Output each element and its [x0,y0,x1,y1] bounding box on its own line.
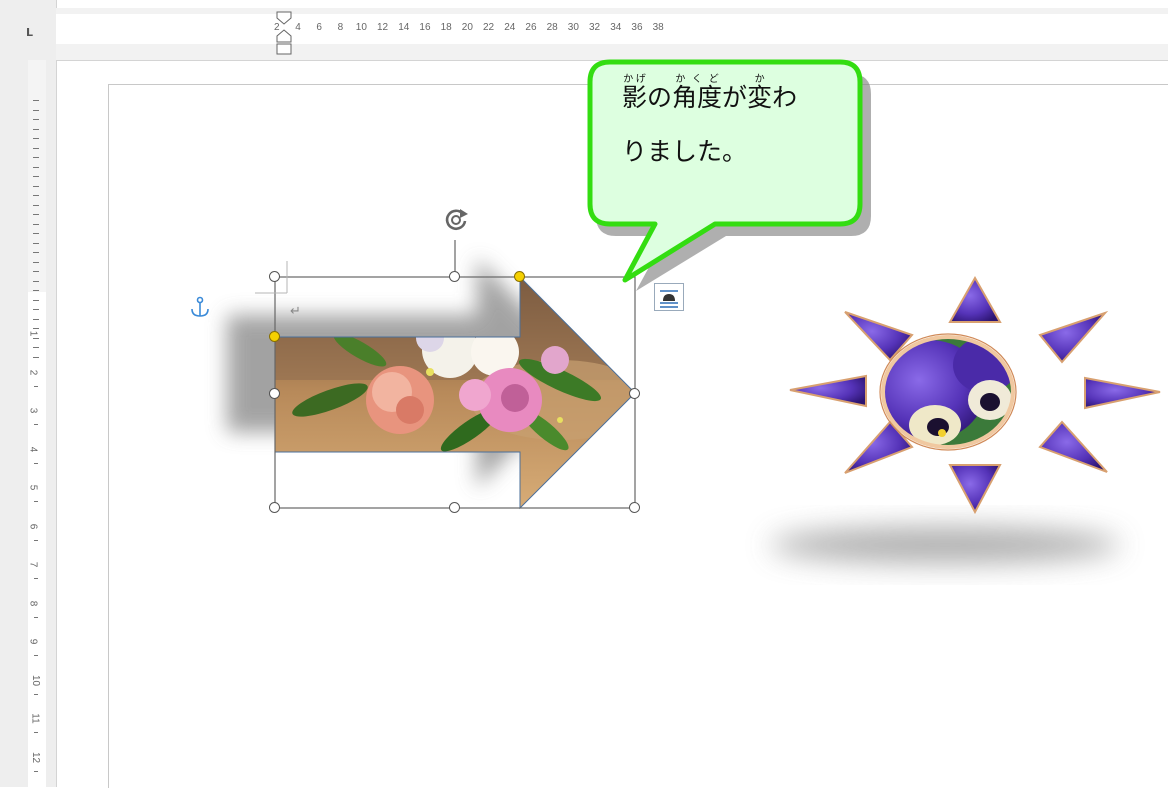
adjust-handle-arrowhead[interactable] [514,271,525,282]
adjust-handle-shaft[interactable] [269,331,280,342]
paragraph-mark: ↵ [290,304,301,319]
resize-handle-bottom-right[interactable] [629,502,640,513]
ruby-segment: 変か [747,74,773,112]
resize-handle-left[interactable] [269,388,280,399]
resize-handle-right[interactable] [629,388,640,399]
layout-options-button[interactable] [654,283,684,311]
callout-text: 影かげの角度かくどが変かわ りました。 [622,74,852,168]
anchor-icon[interactable] [189,296,211,320]
layout-options-icon [660,290,678,308]
callout-line-1: 影かげの角度かくどが変かわ [622,74,798,112]
resize-handle-top-left[interactable] [269,271,280,282]
canvas-graphics [227,59,1161,563]
ruby-segment: 角度かくど [672,74,723,112]
resize-handle-top[interactable] [449,271,460,282]
arrow-picture-shape [275,277,635,508]
star-shadow [770,527,1120,563]
resize-handle-bottom[interactable] [449,502,460,513]
resize-handle-bottom-left[interactable] [269,502,280,513]
rotate-icon[interactable] [441,205,471,235]
callout-line-2: りました。 [622,137,748,166]
ruby-segment: 影かげ [622,74,648,112]
